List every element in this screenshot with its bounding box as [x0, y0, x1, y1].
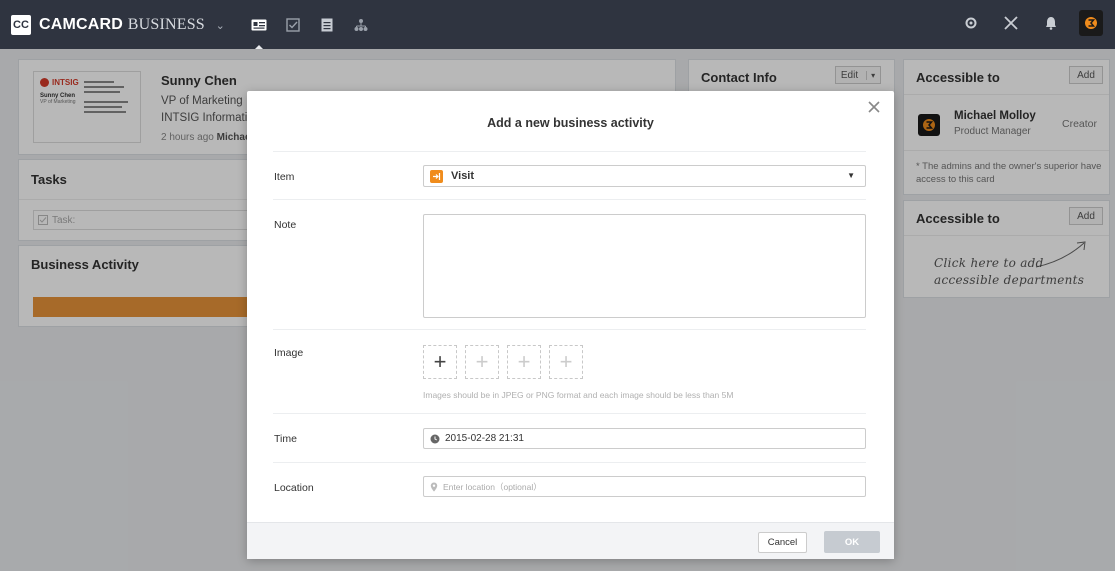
settings-gear-icon[interactable]: [959, 10, 983, 36]
brand-name-light: BUSINESS: [127, 15, 205, 33]
image-format-hint: Images should be in JPEG or PNG format a…: [423, 390, 734, 400]
item-select-value: Visit: [451, 170, 475, 182]
image-slot-3: +: [507, 345, 541, 379]
clock-icon: [430, 434, 440, 443]
image-slot-2: +: [465, 345, 499, 379]
brand-switcher[interactable]: CAMCARD BUSINESS ⌄: [39, 16, 225, 34]
location-input[interactable]: [443, 481, 843, 492]
time-label: Time: [274, 433, 297, 445]
location-pin-icon: [430, 482, 438, 491]
close-icon[interactable]: [868, 101, 882, 115]
location-label: Location: [274, 482, 314, 494]
tasks-check-icon[interactable]: [279, 11, 307, 39]
image-slot-4: +: [549, 345, 583, 379]
org-chart-icon[interactable]: [347, 11, 375, 39]
add-image-button[interactable]: +: [423, 345, 457, 379]
top-navigation-bar: CC CAMCARD BUSINESS ⌄: [0, 0, 1115, 50]
tools-icon[interactable]: [999, 10, 1023, 36]
brand-name-bold: CAMCARD: [39, 15, 124, 33]
app-logo[interactable]: CC: [11, 14, 31, 35]
user-avatar-icon[interactable]: [1079, 10, 1103, 36]
chevron-down-icon: ▼: [847, 171, 855, 180]
ok-button[interactable]: OK: [824, 531, 880, 553]
modal-footer: Cancel OK: [247, 522, 894, 559]
modal-title: Add a new business activity: [487, 116, 654, 130]
item-select[interactable]: Visit ▼: [423, 165, 866, 187]
notification-bell-icon[interactable]: [1039, 10, 1063, 36]
cancel-button[interactable]: Cancel: [758, 532, 807, 553]
location-field[interactable]: [423, 476, 866, 497]
document-icon[interactable]: [313, 11, 341, 39]
item-label: Item: [274, 171, 295, 183]
chevron-down-icon: ⌄: [215, 19, 225, 32]
visit-icon: [430, 169, 443, 183]
contacts-card-icon[interactable]: [245, 11, 273, 50]
note-label: Note: [274, 219, 297, 231]
time-value: 2015-02-28 21:31: [445, 433, 524, 444]
image-label: Image: [274, 347, 304, 359]
time-picker[interactable]: 2015-02-28 21:31: [423, 428, 866, 449]
note-textarea[interactable]: [423, 214, 866, 318]
add-activity-modal: Add a new business activity Item Visit ▼…: [247, 91, 894, 559]
